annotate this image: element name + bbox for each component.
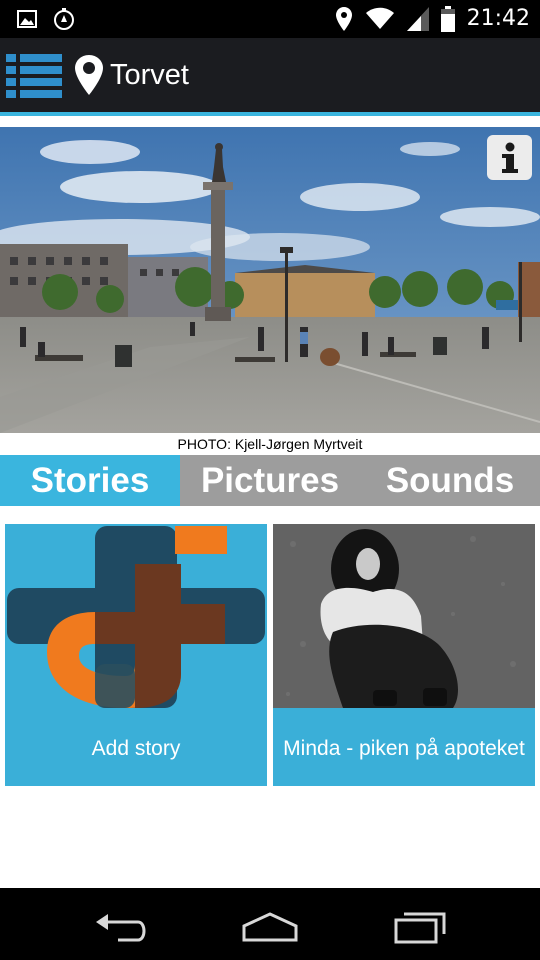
status-bar: 21:42 <box>0 0 540 38</box>
recent-apps-icon[interactable] <box>392 906 452 946</box>
app-bar-divider <box>0 112 540 116</box>
back-icon[interactable] <box>92 906 152 946</box>
hero-photo <box>0 127 540 433</box>
clock-time: 21:42 <box>466 6 530 31</box>
tab-pictures[interactable]: Pictures <box>180 455 360 506</box>
add-story-label: Add story <box>91 737 181 760</box>
home-icon[interactable] <box>240 906 300 946</box>
story-photo <box>273 524 535 708</box>
page-title: Torvet <box>110 59 189 91</box>
photo-of-girl <box>273 524 535 708</box>
photo-credit: PHOTO: Kjell-Jørgen Myrtveit <box>177 436 363 452</box>
tab-bar: Stories Pictures Sounds <box>0 455 540 506</box>
tab-sounds[interactable]: Sounds <box>360 455 540 506</box>
battery-icon <box>440 6 455 32</box>
app-bar: Torvet <box>0 38 540 112</box>
location-icon <box>335 7 352 31</box>
story-card-minda[interactable]: Minda - piken på apoteket <box>273 524 535 786</box>
tab-stories[interactable]: Stories <box>0 455 180 506</box>
story-card-label: Minda - piken på apoteket <box>283 737 525 760</box>
signal-icon <box>406 7 429 31</box>
image-icon <box>17 10 37 28</box>
timer-icon <box>54 8 74 30</box>
map-pin-icon <box>75 55 103 95</box>
info-icon <box>501 142 518 173</box>
add-story-card[interactable]: Add story <box>5 524 267 786</box>
menu-list-icon[interactable] <box>6 52 62 98</box>
town-square-photo <box>0 127 540 433</box>
navigation-bar <box>0 888 540 960</box>
info-button[interactable] <box>487 135 532 180</box>
wifi-icon <box>365 7 394 29</box>
